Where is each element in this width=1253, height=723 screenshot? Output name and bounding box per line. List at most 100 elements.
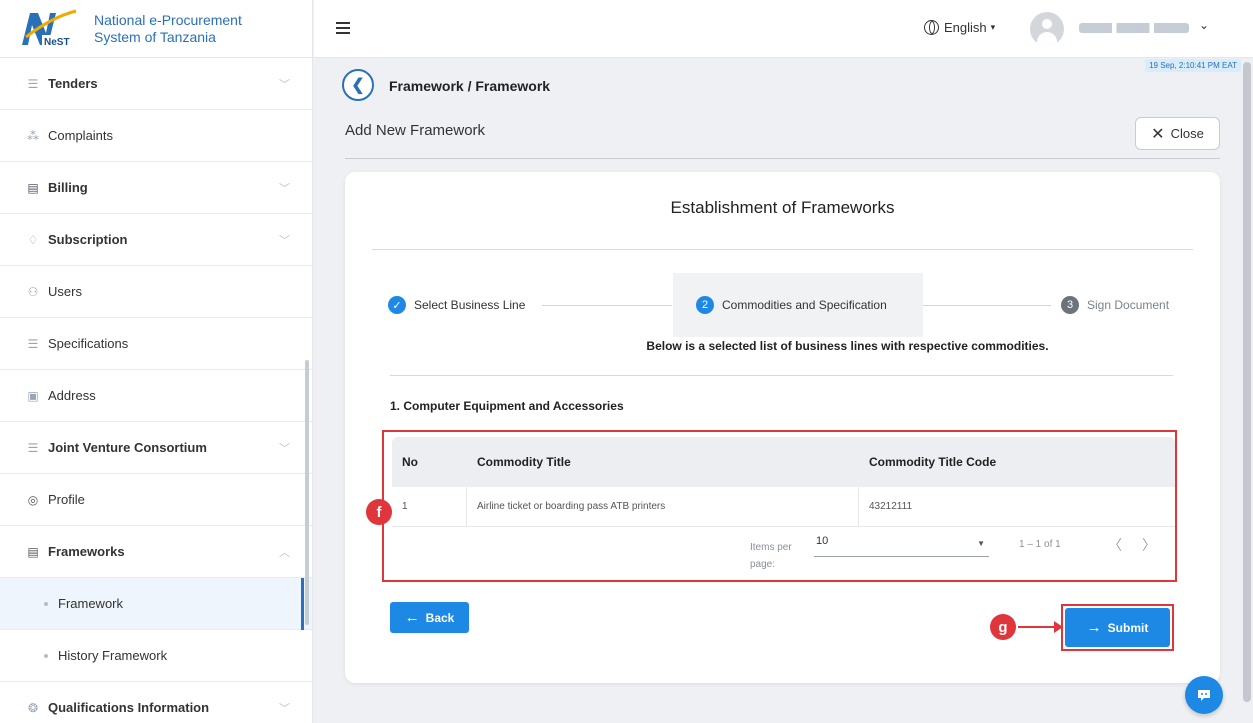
sidebar-item-label: Subscription — [48, 232, 128, 247]
close-button[interactable]: ✕ Close — [1135, 117, 1220, 150]
cell-code: 43212111 — [869, 501, 913, 512]
instruction-text: Below is a selected list of business lin… — [646, 339, 1049, 353]
caret-down-icon: ▼ — [977, 539, 985, 548]
globe-icon — [924, 20, 939, 35]
sidebar-item-address[interactable]: ▣ Address — [0, 370, 312, 422]
step-commodities[interactable]: 2 Commodities and Specification — [696, 296, 887, 314]
close-label: Close — [1170, 126, 1204, 141]
brand-name: National e-Procurement System of Tanzani… — [94, 12, 242, 46]
sidebar-item-frameworks[interactable]: ▤ Frameworks ︿ — [0, 526, 312, 578]
annotation-marker-f: f — [366, 499, 392, 525]
chevron-down-icon[interactable]: ⌄ — [1199, 18, 1209, 32]
cell-title: Airline ticket or boarding pass ATB prin… — [467, 487, 859, 526]
sidebar-item-tenders[interactable]: ☰ Tenders ﹀ — [0, 58, 312, 110]
chevron-down-icon: ﹀ — [279, 234, 290, 247]
items-per-page-label: Items per page: — [750, 542, 792, 570]
submit-button[interactable]: → Submit — [1065, 608, 1170, 647]
document-icon: ▤ — [27, 544, 39, 559]
annotation-marker-g: g — [990, 614, 1016, 640]
annotation-arrow — [1018, 626, 1058, 628]
chevron-down-icon: ﹀ — [279, 78, 290, 91]
back-arrow-icon[interactable]: ❮ — [342, 69, 374, 101]
submit-label: Submit — [1107, 620, 1149, 635]
sidebar-item-billing[interactable]: ▤ Billing ﹀ — [0, 162, 312, 214]
sidebar-item-qualifications[interactable]: ❂ Qualifications Information ﹀ — [0, 682, 312, 723]
divider — [390, 375, 1173, 376]
items-per-page-select[interactable]: 10 ▼ — [814, 535, 989, 557]
chat-icon[interactable] — [1185, 676, 1223, 714]
complaints-icon: ⁂ — [27, 128, 39, 143]
previous-page-icon[interactable]: 〈 — [1108, 535, 1122, 555]
sidebar-item-profile[interactable]: ◎ Profile — [0, 474, 312, 526]
sidebar-item-label: Qualifications Information — [48, 700, 210, 715]
language-label: English — [944, 20, 987, 35]
sidebar-item-label: Tenders — [48, 76, 98, 91]
sidebar-subitem-label: Framework — [58, 596, 124, 611]
annotation-arrow-head — [1054, 621, 1063, 633]
step-number: 2 — [696, 296, 714, 314]
framework-card: Establishment of Frameworks ✓ Select Bus… — [345, 172, 1220, 683]
cell-no: 1 — [392, 487, 467, 526]
column-header-code[interactable]: Commodity Title Code — [859, 437, 1175, 487]
users-icon: ⚇ — [27, 284, 39, 299]
caret-down-icon: ▾ — [990, 22, 996, 32]
svg-text:NeST: NeST — [44, 37, 70, 48]
paginator: Items per page: 10 ▼ 1 – 1 of 1 〈 〉 — [392, 529, 1175, 577]
back-button[interactable]: ← Back — [390, 602, 469, 633]
commodity-table: No Commodity Title Commodity Title Code … — [392, 437, 1175, 527]
page-range: 1 – 1 of 1 — [1019, 539, 1061, 550]
step-select-business-line[interactable]: ✓ Select Business Line — [388, 296, 525, 314]
section-title: 1. Computer Equipment and Accessories — [390, 399, 624, 413]
table-row[interactable]: 1 Airline ticket or boarding pass ATB pr… — [392, 487, 1175, 527]
sidebar-item-label: Address — [48, 388, 96, 403]
sidebar-item-label: Billing — [48, 180, 88, 195]
column-header-no[interactable]: No — [392, 437, 467, 487]
divider — [345, 158, 1220, 159]
step-connector — [542, 305, 672, 306]
sidebar-item-label: Joint Venture Consortium — [48, 440, 207, 455]
qualifications-icon: ❂ — [27, 700, 39, 715]
card-title: Establishment of Frameworks — [670, 198, 895, 217]
step-label: Select Business Line — [414, 298, 526, 312]
chevron-down-icon: ﹀ — [279, 702, 290, 715]
sidebar-scrollbar[interactable] — [305, 360, 309, 625]
step-sign-document[interactable]: 3 Sign Document — [1061, 296, 1169, 314]
sidebar-item-subscription[interactable]: ♢ Subscription ﹀ — [0, 214, 312, 266]
arrow-right-icon: → — [1086, 619, 1102, 636]
close-icon: ✕ — [1151, 125, 1165, 143]
sidebar: NeST National e-Procurement System of Ta… — [0, 0, 313, 723]
sidebar-item-joint-venture[interactable]: ☰ Joint Venture Consortium ﹀ — [0, 422, 312, 474]
divider — [372, 249, 1193, 250]
arrow-left-icon: ← — [404, 609, 420, 626]
avatar[interactable] — [1030, 12, 1064, 46]
bullet-icon — [44, 653, 48, 658]
breadcrumb: Framework / Framework — [389, 78, 551, 94]
next-page-icon[interactable]: 〉 — [1142, 535, 1156, 555]
items-per-page-value: 10 — [816, 535, 829, 547]
sidebar-item-label: Specifications — [48, 336, 129, 351]
step-label: Sign Document — [1087, 298, 1170, 312]
chevron-down-icon: ﹀ — [279, 182, 290, 195]
sidebar-item-complaints[interactable]: ⁂ Complaints — [0, 110, 312, 162]
nest-logo: NeST — [16, 7, 82, 51]
step-connector — [923, 305, 1051, 306]
brand[interactable]: NeST National e-Procurement System of Ta… — [0, 0, 312, 58]
submit-highlight-box: → Submit — [1061, 604, 1174, 651]
column-header-title[interactable]: Commodity Title — [467, 437, 859, 487]
sidebar-item-users[interactable]: ⚇ Users — [0, 266, 312, 318]
brand-line2: System of Tanzania — [94, 28, 216, 45]
sidebar-item-label: Profile — [48, 492, 85, 507]
sidebar-subitem-history-framework[interactable]: History Framework — [0, 630, 312, 682]
sidebar-item-label: Frameworks — [48, 544, 125, 559]
billing-icon: ▤ — [27, 180, 39, 195]
user-name-redacted[interactable] — [1079, 23, 1189, 33]
bell-icon: ♢ — [27, 232, 39, 247]
back-label: Back — [425, 610, 455, 625]
sidebar-item-specifications[interactable]: ☰ Specifications — [0, 318, 312, 370]
menu-icon[interactable] — [336, 22, 350, 34]
language-selector[interactable]: English ▾ — [924, 20, 995, 35]
page-scrollbar[interactable] — [1243, 62, 1251, 702]
timestamp-badge: 19 Sep, 2:10:41 PM EAT — [1145, 59, 1241, 72]
bullet-icon — [44, 601, 48, 606]
sidebar-subitem-framework[interactable]: Framework — [0, 578, 312, 630]
